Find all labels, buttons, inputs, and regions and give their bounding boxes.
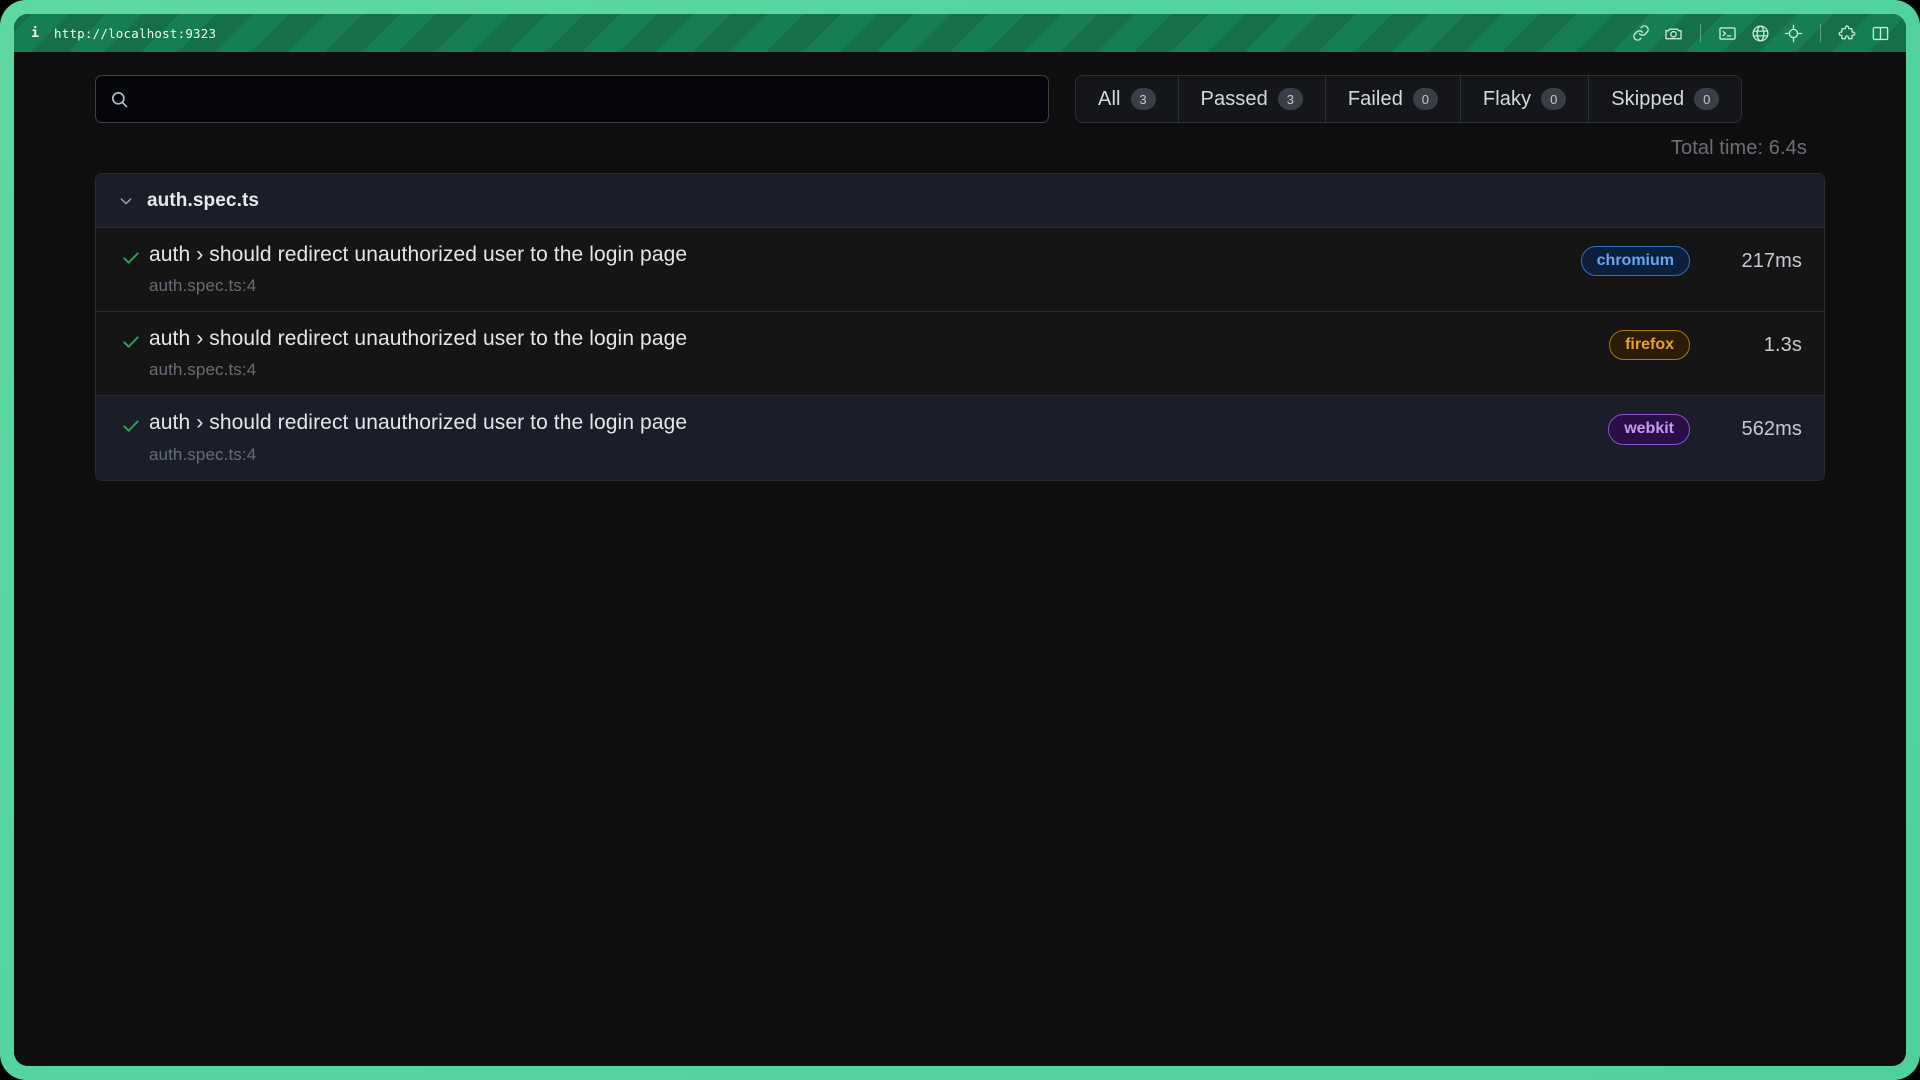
- test-duration: 217ms: [1710, 250, 1802, 273]
- topbar-icon-group: [1631, 24, 1890, 43]
- check-icon: [118, 410, 144, 436]
- file-header-auth-spec[interactable]: auth.spec.ts: [96, 174, 1824, 228]
- project-badge: webkit: [1608, 414, 1690, 444]
- project-badge: firefox: [1609, 330, 1690, 360]
- tab-all-label: All: [1098, 88, 1121, 111]
- tab-failed[interactable]: Failed 0: [1326, 76, 1461, 122]
- tab-flaky-count: 0: [1541, 88, 1566, 110]
- filter-tabs: All 3 Passed 3 Failed 0 Flaky: [1075, 75, 1742, 123]
- tab-all[interactable]: All 3: [1076, 76, 1179, 122]
- test-meta: webkit 562ms: [1608, 410, 1802, 444]
- search-box[interactable]: [95, 75, 1049, 123]
- test-title: auth › should redirect unauthorized user…: [149, 326, 1609, 351]
- tab-flaky[interactable]: Flaky 0: [1461, 76, 1589, 122]
- globe-icon[interactable]: [1751, 24, 1770, 43]
- test-location: auth.spec.ts:4: [149, 445, 1608, 465]
- report-header: All 3 Passed 3 Failed 0 Flaky: [95, 75, 1825, 123]
- target-icon[interactable]: [1784, 24, 1803, 43]
- test-meta: firefox 1.3s: [1609, 326, 1802, 360]
- file-name: auth.spec.ts: [147, 190, 259, 212]
- tab-passed[interactable]: Passed 3: [1179, 76, 1326, 122]
- check-icon: [118, 242, 144, 268]
- topbar-separator: [1820, 24, 1821, 42]
- test-meta: chromium 217ms: [1581, 242, 1802, 276]
- browser-topbar: i http://localhost:9323: [14, 14, 1906, 52]
- tab-passed-label: Passed: [1201, 88, 1268, 111]
- project-badge: chromium: [1581, 246, 1690, 276]
- tab-flaky-label: Flaky: [1483, 88, 1531, 111]
- test-row[interactable]: auth › should redirect unauthorized user…: [96, 312, 1824, 396]
- tab-all-count: 3: [1131, 88, 1156, 110]
- test-main: auth › should redirect unauthorized user…: [144, 410, 1608, 464]
- test-file-card: auth.spec.ts auth › should redirect unau…: [95, 173, 1825, 481]
- test-report: All 3 Passed 3 Failed 0 Flaky: [14, 52, 1906, 1066]
- report-content: All 3 Passed 3 Failed 0 Flaky: [95, 52, 1825, 481]
- total-time: Total time: 6.4s: [95, 137, 1825, 160]
- recording-frame: i http://localhost:9323: [0, 0, 1920, 1080]
- puzzle-icon[interactable]: [1838, 24, 1857, 43]
- browser-viewport: i http://localhost:9323: [14, 14, 1906, 1066]
- topbar-left: i http://localhost:9323: [28, 26, 216, 41]
- chevron-down-icon: [118, 193, 134, 209]
- link-icon[interactable]: [1631, 24, 1650, 43]
- tab-skipped-count: 0: [1694, 88, 1719, 110]
- terminal-icon[interactable]: [1718, 24, 1737, 43]
- test-row[interactable]: auth › should redirect unauthorized user…: [96, 228, 1824, 312]
- test-title: auth › should redirect unauthorized user…: [149, 410, 1608, 435]
- tab-failed-count: 0: [1413, 88, 1438, 110]
- test-duration: 1.3s: [1710, 334, 1802, 357]
- test-location: auth.spec.ts:4: [149, 276, 1581, 296]
- tab-skipped[interactable]: Skipped 0: [1589, 76, 1741, 122]
- test-duration: 562ms: [1710, 418, 1802, 441]
- panel-icon[interactable]: [1871, 24, 1890, 43]
- search-icon: [110, 90, 129, 109]
- check-icon: [118, 326, 144, 352]
- test-location: auth.spec.ts:4: [149, 360, 1609, 380]
- search-input[interactable]: [140, 90, 1034, 108]
- test-main: auth › should redirect unauthorized user…: [144, 326, 1609, 380]
- test-row[interactable]: auth › should redirect unauthorized user…: [96, 396, 1824, 480]
- url-text: http://localhost:9323: [54, 26, 216, 41]
- camera-icon[interactable]: [1664, 24, 1683, 43]
- tab-skipped-label: Skipped: [1611, 88, 1684, 111]
- test-title: auth › should redirect unauthorized user…: [149, 242, 1581, 267]
- info-icon: i: [28, 27, 42, 40]
- test-main: auth › should redirect unauthorized user…: [144, 242, 1581, 296]
- tab-passed-count: 3: [1278, 88, 1303, 110]
- topbar-separator: [1700, 24, 1701, 42]
- tab-failed-label: Failed: [1348, 88, 1403, 111]
